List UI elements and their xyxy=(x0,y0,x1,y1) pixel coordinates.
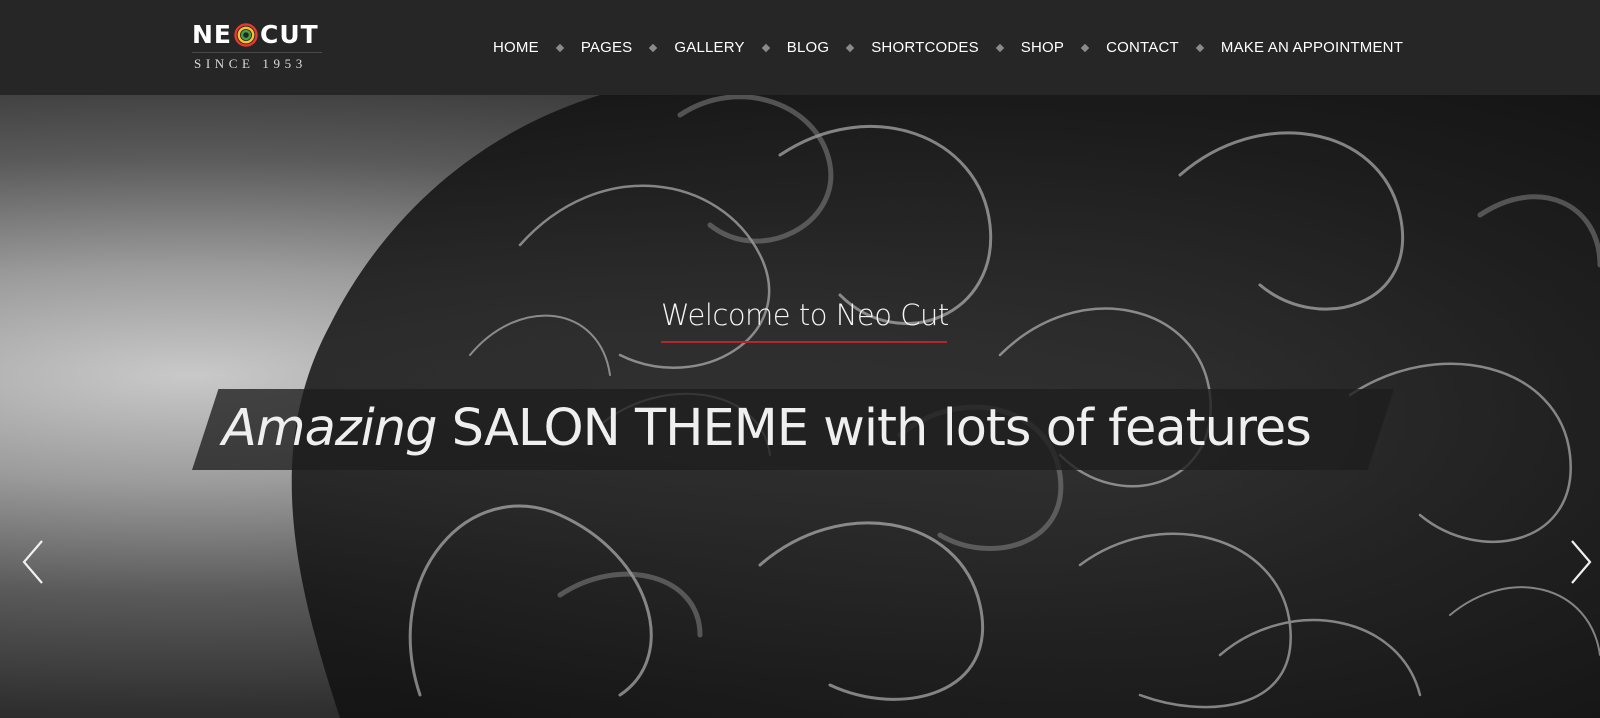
site-header: NE CUT SINCE 1953 HOME PAGES GALLERY BLO… xyxy=(0,0,1600,95)
nav-separator-icon xyxy=(845,43,855,52)
hero-welcome-underline xyxy=(661,341,947,343)
slider-prev-button[interactable] xyxy=(18,537,48,587)
logo-word-left: NE xyxy=(192,20,233,49)
site-logo[interactable]: NE CUT SINCE 1953 xyxy=(192,18,324,76)
hero-headline-emphasis: Amazing xyxy=(222,399,437,458)
logo-ring-icon xyxy=(234,23,258,47)
logo-divider xyxy=(192,52,322,53)
nav-separator-icon xyxy=(1080,43,1090,52)
nav-item-blog[interactable]: BLOG xyxy=(787,39,829,56)
nav-separator-icon xyxy=(555,43,565,52)
hero-headline: Amazing SALON THEME with lots of feature… xyxy=(222,395,1312,463)
hero-welcome-text: Welcome to Neo Cut xyxy=(661,298,949,332)
logo-wordmark: NE CUT xyxy=(192,20,319,50)
nav-separator-icon xyxy=(761,43,770,52)
main-nav: HOME PAGES GALLERY BLOG SHORTCODES SHOP … xyxy=(493,0,1403,95)
nav-item-appointment[interactable]: MAKE AN APPOINTMENT xyxy=(1221,39,1403,56)
nav-item-gallery[interactable]: GALLERY xyxy=(674,39,744,56)
nav-separator-icon xyxy=(1195,43,1205,52)
chevron-left-icon xyxy=(22,540,43,584)
logo-word-right: CUT xyxy=(260,20,319,49)
nav-separator-icon xyxy=(995,43,1005,52)
logo-tagline: SINCE 1953 xyxy=(194,56,307,71)
nav-item-contact[interactable]: CONTACT xyxy=(1106,39,1179,56)
nav-item-shop[interactable]: SHOP xyxy=(1021,39,1064,56)
chevron-right-icon xyxy=(1571,540,1592,584)
hero-headline-rest: SALON THEME with lots of features xyxy=(436,399,1312,458)
slider-next-button[interactable] xyxy=(1566,537,1596,587)
nav-item-home[interactable]: HOME xyxy=(493,39,539,56)
nav-item-shortcodes[interactable]: SHORTCODES xyxy=(871,39,979,56)
nav-separator-icon xyxy=(649,43,658,52)
nav-item-pages[interactable]: PAGES xyxy=(581,39,633,56)
hero-slider: Welcome to Neo Cut Amazing SALON THEME w… xyxy=(0,95,1600,718)
